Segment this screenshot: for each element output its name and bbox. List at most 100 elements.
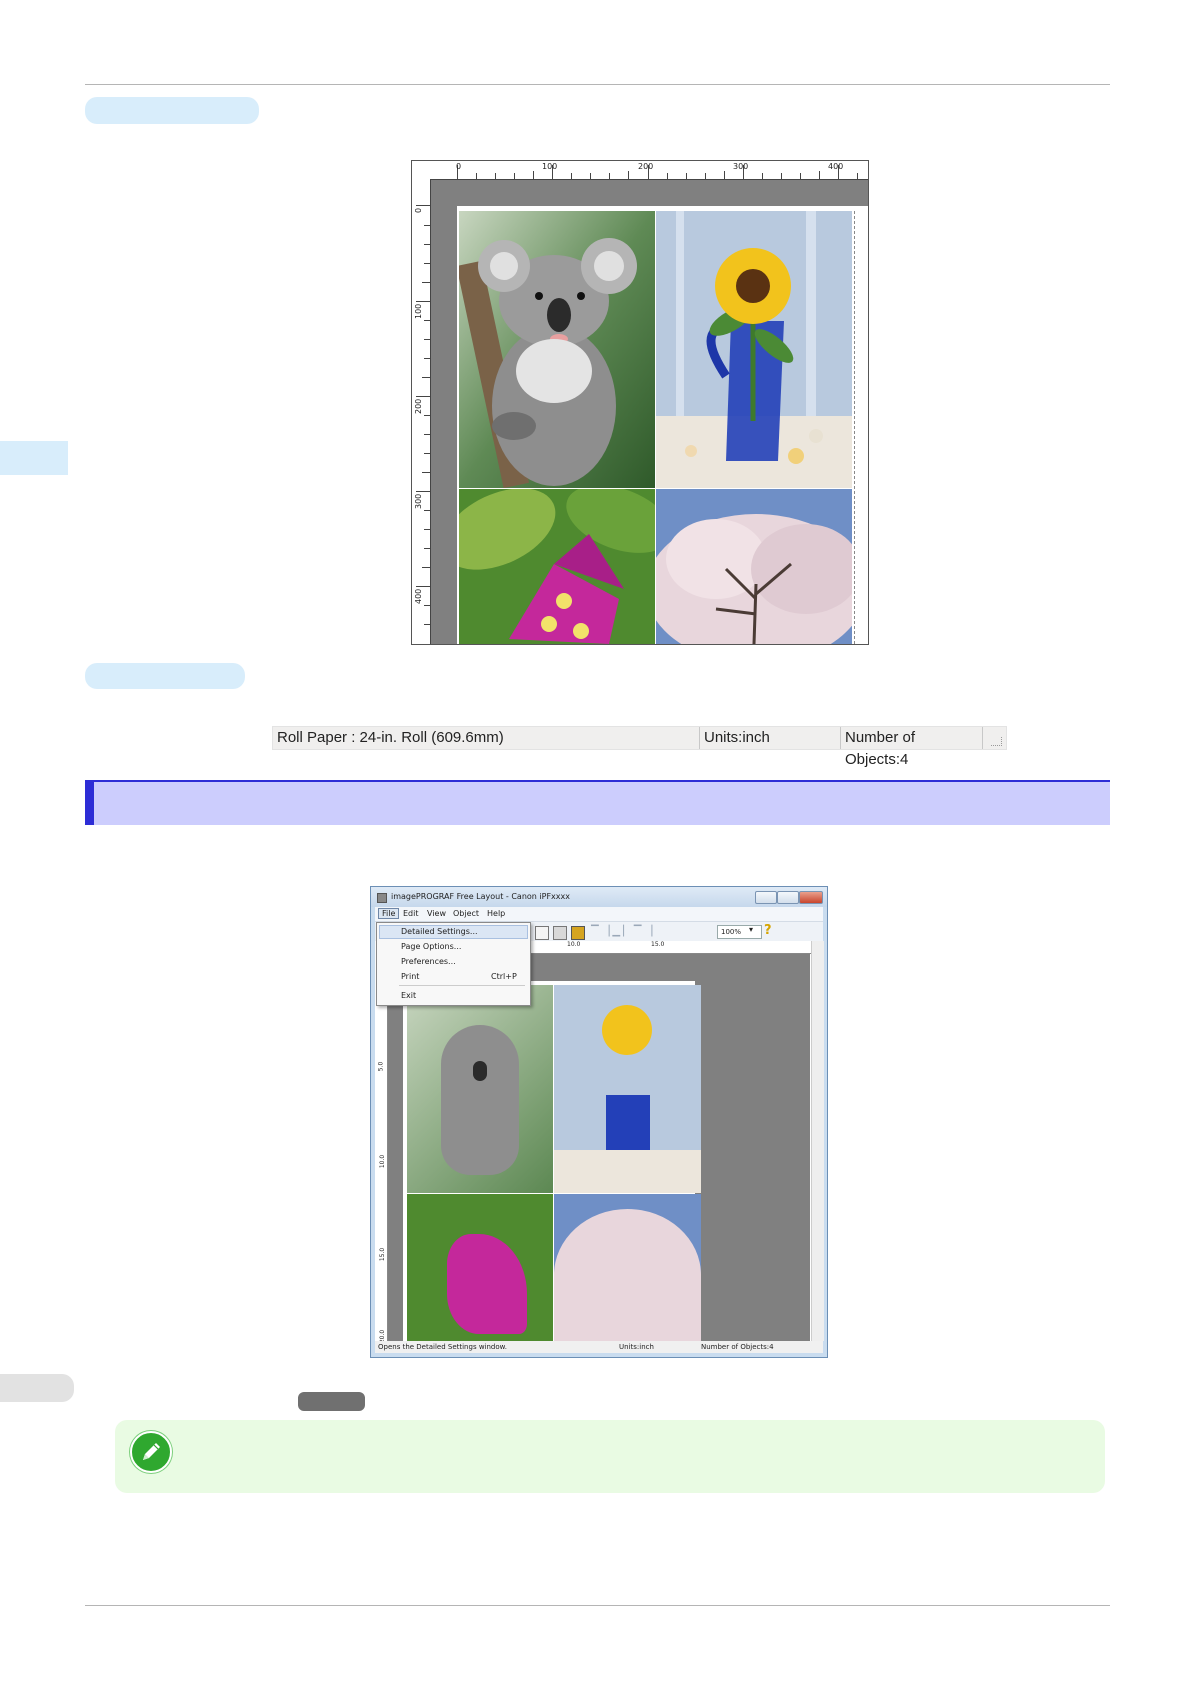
window-title: imagePROGRAF Free Layout - Canon iPFxxxx [391,892,570,901]
ruler-tick [424,263,430,264]
table-surface [554,1150,701,1193]
ruler-tick [571,173,572,179]
magenta-bracts [447,1234,527,1334]
ruler-tick [762,173,763,179]
paper-edge-guide [854,211,855,644]
section-label-pill [85,97,259,124]
window-close-icon[interactable] [799,891,823,904]
key-button-mark [298,1392,365,1411]
sunflower-head [602,1005,652,1055]
menu-edit[interactable]: Edit [403,909,419,918]
menu-item-exit[interactable]: Exit [401,991,416,1000]
ruler-tick [819,171,820,179]
ruler-tick [424,358,430,359]
ruler-tick [476,173,477,179]
ruler-tick [422,567,430,568]
section-label-pill [85,663,245,689]
window-cherry-image [554,1194,701,1341]
page-icon[interactable] [535,926,549,940]
menu-view[interactable]: View [427,909,446,918]
page-side-tab [0,1374,74,1402]
blossom-canopy [554,1209,701,1341]
heading-accent [85,782,94,825]
koala-image [459,211,655,488]
ruler-tick [422,282,430,283]
header-rule [85,84,1110,85]
window-vertical-ruler: 5.0 10.0 15.0 20.0 [375,953,388,1343]
ruler-tick [424,605,430,606]
menu-file[interactable]: File [378,908,400,919]
menu-item-print[interactable]: Print [401,972,419,981]
ruler-tick [800,173,801,179]
ruler-tick [628,171,629,179]
menu-item-detailed-settings[interactable]: Detailed Settings... [401,927,478,936]
ruler-tick [424,529,430,530]
ruler-tick [495,173,496,179]
ruler-tick [424,510,430,511]
section-heading-bar [85,780,1110,825]
resize-grip-icon[interactable] [991,737,1002,746]
footer-rule [85,1605,1110,1606]
ruler-label: 200 [414,398,423,414]
chevron-down-icon[interactable]: ▾ [749,925,753,934]
koala-body [441,1025,519,1175]
ruler-label: 100 [414,303,423,319]
ruler-tick [724,171,725,179]
status-object-count: Number of Objects:4 [841,727,983,768]
status-object-count: Number of Objects:4 [701,1343,774,1351]
ruler-tick [533,171,534,179]
ruler-tick [857,173,858,179]
ruler-tick [416,491,430,492]
ruler-label: 100 [542,162,558,171]
ruler-label: 0 [456,162,462,171]
ruler-label: 400 [828,162,844,171]
ruler-screenshot: 0 100 200 300 400 0 100 200 300 400 [411,160,869,645]
ruler-tick [424,244,430,245]
window-maximize-icon[interactable] [777,891,799,904]
help-icon[interactable]: ? [764,923,772,938]
print-shortcut: Ctrl+P [491,972,517,981]
status-bar: Roll Paper : 24-in. Roll (609.6mm) Units… [272,726,1007,768]
align-icons[interactable]: ▔▕▁▏▔▕ [591,926,691,938]
note-box [115,1420,1105,1493]
pencil-note-icon [130,1431,172,1473]
horizontal-ruler: 0 100 200 300 400 [412,161,868,180]
ruler-tick [686,173,687,179]
menu-bar: File Edit View Object Help [375,907,823,921]
menu-item-preferences[interactable]: Preferences... [401,957,456,966]
ruler-tick [422,472,430,473]
ruler-tick [424,434,430,435]
status-units: Units:inch [619,1343,654,1351]
file-menu-dropdown: Detailed Settings... Page Options... Pre… [376,922,531,1006]
window-koala-image [407,985,553,1193]
image-icon[interactable] [571,926,585,940]
status-units: Units:inch [700,727,841,749]
ruler-label: 400 [414,588,423,604]
menu-object[interactable]: Object [453,909,479,918]
ruler-tick [416,205,430,206]
window-minimize-icon[interactable] [755,891,777,904]
ruler-label: 300 [733,162,749,171]
ruler-tick [416,301,430,302]
cherry-blossom-image [656,489,852,644]
ruler-tick [416,586,430,587]
ruler-tick [424,320,430,321]
ruler-label: 10.0 [379,1154,387,1169]
grid-icon[interactable] [553,926,567,940]
status-message: Opens the Detailed Settings window. [378,1343,507,1351]
menu-help[interactable]: Help [487,909,505,918]
ruler-tick [424,415,430,416]
menu-separator [399,985,525,986]
zoom-select[interactable]: 100% [717,925,762,939]
chapter-side-tab [0,441,68,475]
menu-item-page-options[interactable]: Page Options... [401,942,461,951]
koala-nose [473,1061,487,1081]
ruler-tick [705,173,706,179]
ruler-tick [422,377,430,378]
ruler-tick [424,624,430,625]
ruler-tick [424,548,430,549]
ruler-tick [514,173,515,179]
vertical-scrollbar[interactable] [811,941,824,1341]
status-paper: Roll Paper : 24-in. Roll (609.6mm) [273,727,700,749]
ruler-tick [424,225,430,226]
